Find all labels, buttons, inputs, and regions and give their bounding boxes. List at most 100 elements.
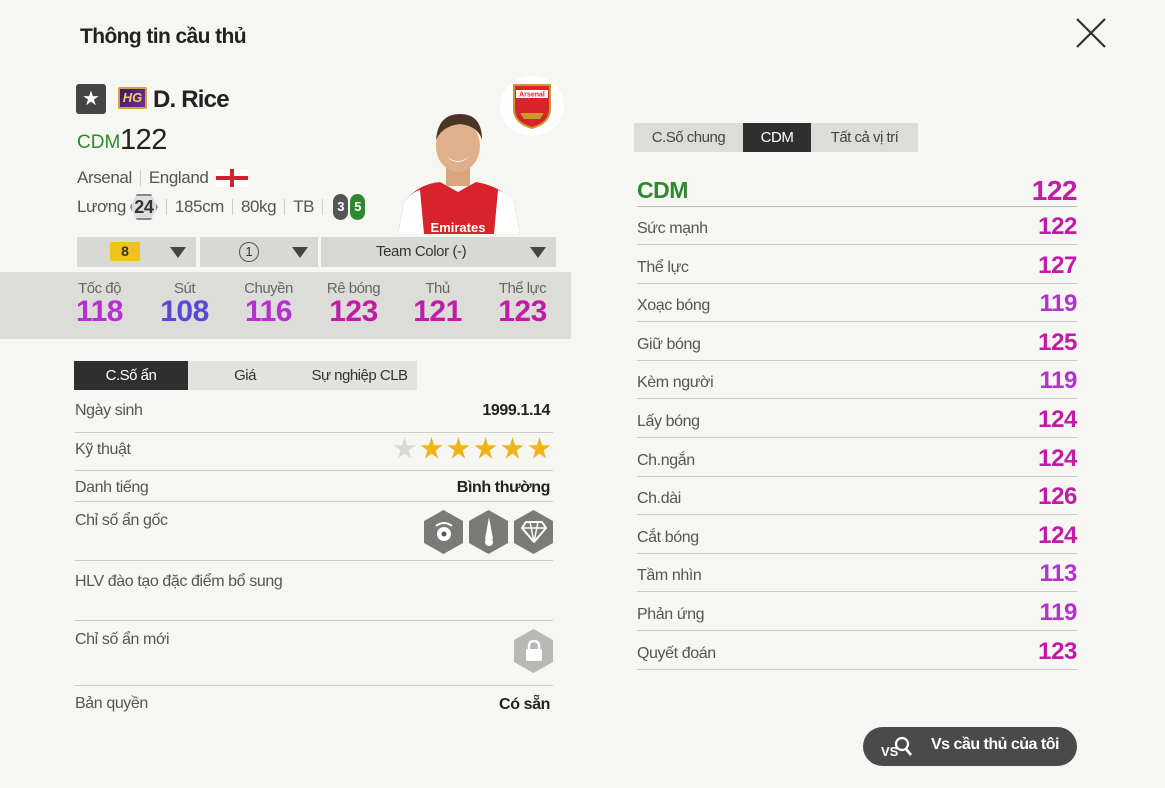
player-position: CDM (77, 132, 121, 153)
stat-value: 121 (413, 295, 462, 328)
star-icon (501, 437, 524, 459)
upgrade-value: 1 (239, 242, 259, 262)
trait-tower-icon[interactable] (469, 510, 508, 554)
attribute-row: Phản ứng 119 (637, 593, 1077, 631)
stat-shooting: Sút 108 (142, 272, 227, 329)
attribute-value: 119 (1039, 290, 1077, 318)
main-stats: Tốc độ 118 Sút 108 Chuyền 116 Rê bóng 123 Th… (0, 272, 571, 339)
attribute-value: 127 (1038, 251, 1077, 279)
divider (165, 199, 167, 215)
attribute-row: Lấy bóng 124 (637, 400, 1077, 438)
stat-value: 118 (76, 295, 123, 328)
compare-my-player-button[interactable]: VS Vs cầu thủ của tôi (863, 727, 1077, 766)
trait-diamond-icon[interactable] (514, 510, 553, 554)
chevron-down-icon (292, 247, 308, 258)
attribute-row: Ch.ngắn 124 (637, 439, 1077, 477)
info-row-license: Bản quyền Có sẵn (75, 686, 553, 720)
stat-pace: Tốc độ 118 (57, 272, 142, 329)
divider (322, 199, 324, 215)
chevron-down-icon (170, 247, 186, 258)
tab-general-stats[interactable]: C.Số chung (634, 123, 743, 152)
tab-hidden-stats[interactable]: C.Số ẩn (74, 361, 188, 390)
stat-value: 123 (329, 295, 378, 328)
attribute-label: Ch.ngắn (637, 451, 695, 469)
tab-cdm[interactable]: CDM (743, 123, 811, 152)
svg-text:Emirates: Emirates (431, 220, 486, 234)
attribute-value: 125 (1038, 328, 1077, 356)
team-color-value: Team Color (-) (376, 243, 467, 260)
club-nation: Arsenal England (77, 168, 249, 188)
attribute-label: Xoạc bóng (637, 297, 710, 315)
attribute-label: Giữ bóng (637, 335, 701, 353)
attribute-value: 113 (1039, 560, 1077, 588)
stat-physical: Thể lực 123 (480, 272, 565, 329)
star-badge-icon: ★ (76, 84, 106, 114)
attribute-row: Giữ bóng 125 (637, 323, 1077, 361)
attribute-row: Kèm người 119 (637, 361, 1077, 400)
right-foot-icon: 5 (350, 194, 366, 220)
attribute-row: Cắt bóng 124 (637, 516, 1077, 554)
salary-value: 24 (129, 194, 158, 220)
fame-value: Bình thường (456, 479, 551, 496)
info-tabs: C.Số ẩn Giá Sự nghiệp CLB (74, 361, 417, 390)
attribute-label: Lấy bóng (637, 413, 700, 430)
stat-value: 123 (498, 295, 547, 328)
club-logo-text: Arsenal (519, 92, 545, 99)
attribute-value: 126 (1038, 483, 1077, 511)
salary-label: Lương (77, 197, 126, 216)
info-row-coach: HLV đào tạo đặc điểm bổ sung (75, 561, 553, 621)
skill-stars (393, 437, 551, 460)
birth-date: 1999.1.14 (482, 402, 550, 419)
attribute-value: 119 (1039, 599, 1077, 626)
left-foot-icon: 3 (333, 194, 349, 220)
tab-club-career[interactable]: Sự nghiệp CLB (302, 361, 417, 390)
stat-value: 116 (245, 295, 292, 328)
height: 185cm (174, 197, 224, 216)
upgrade-select[interactable]: 1 (200, 237, 318, 267)
attribute-value: 124 (1038, 444, 1077, 472)
info-row-skill: Kỹ thuật (75, 433, 553, 471)
vs-search-icon: VS (881, 736, 912, 759)
attribute-row: Xoạc bóng 119 (637, 284, 1077, 323)
level-select[interactable]: 8 (77, 237, 196, 267)
compare-button-label: Vs cầu thủ của tôi (931, 736, 1059, 753)
weight: 80kg (240, 197, 277, 216)
club-name: Arsenal (77, 168, 132, 187)
attribute-label: Phản ứng (637, 606, 705, 623)
close-icon[interactable] (1074, 16, 1108, 50)
lock-icon[interactable] (514, 629, 553, 673)
info-label: Danh tiếng (75, 479, 149, 496)
attribute-value: 124 (1038, 521, 1077, 549)
hg-badge: HG (118, 87, 147, 109)
team-color-select[interactable]: Team Color (-) (321, 237, 556, 267)
stat-dribbling: Rê bóng 123 (311, 272, 396, 329)
attribute-label: Thể lực (637, 258, 689, 276)
chevron-down-icon (530, 247, 546, 258)
attribute-row: Quyết đoán 123 (637, 632, 1077, 670)
position-tabs: C.Số chung CDM Tất cả vị trí (634, 123, 918, 152)
info-label: Chỉ số ẩn mới (75, 631, 170, 648)
stat-value: 108 (160, 295, 209, 328)
star-icon (474, 437, 497, 459)
trait-icons (424, 510, 553, 554)
attribute-label: Cắt bóng (637, 528, 699, 546)
attribute-row: Thể lực 127 (637, 246, 1077, 284)
info-row-traits: Chỉ số ẩn gốc (75, 502, 553, 561)
divider (139, 170, 141, 186)
body-type: TB (293, 197, 315, 216)
star-icon (393, 437, 416, 459)
player-overall: 122 (120, 124, 167, 156)
player-physical: Lương 24 185cm 80kg TB 3 5 (77, 194, 366, 220)
info-label: Ngày sinh (75, 402, 143, 419)
nation-name: England (148, 168, 209, 187)
trait-ball-icon[interactable] (424, 510, 463, 554)
info-label: Kỹ thuật (75, 441, 131, 458)
attribute-value: 124 (1038, 406, 1077, 433)
info-row-fame: Danh tiếng Bình thường (75, 471, 553, 502)
attribute-label: Quyết đoán (637, 644, 716, 662)
divider (231, 199, 233, 215)
info-label: HLV đào tạo đặc điểm bổ sung (75, 573, 283, 590)
tab-price[interactable]: Giá (188, 361, 302, 390)
tab-all-positions[interactable]: Tất cả vị trí (811, 123, 918, 152)
info-row-birth: Ngày sinh 1999.1.14 (75, 395, 553, 433)
